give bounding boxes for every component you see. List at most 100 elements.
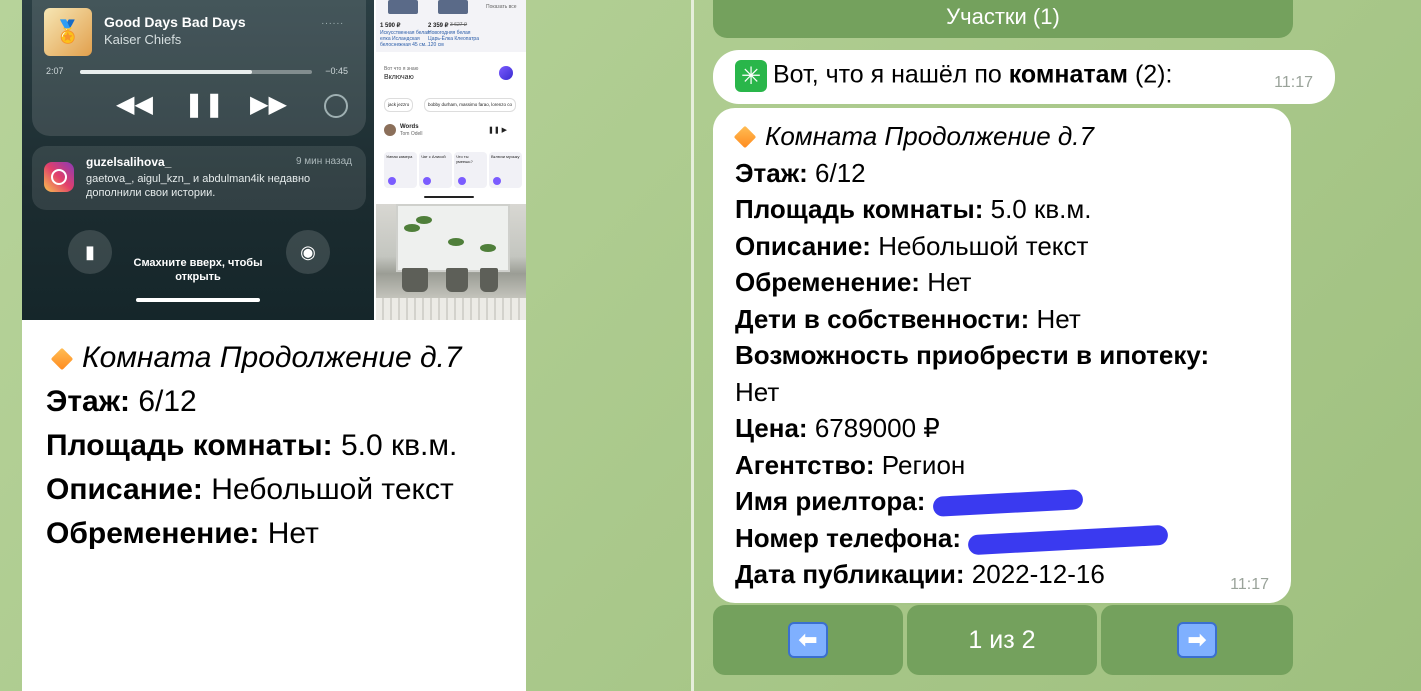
keyboard-button-plots[interactable]: Участки (1) (713, 0, 1293, 38)
field-label: Имя риелтора: (735, 486, 926, 516)
camera-icon: ◉ (286, 230, 330, 274)
more-dots-icon: ...... (321, 16, 344, 27)
listing-message: Комната Продолжение д.7 Этаж: 6/12 Площа… (713, 108, 1291, 603)
field-label: Площадь комнаты: (46, 429, 333, 462)
redacted-phone-link[interactable] (967, 524, 1169, 555)
field-value: 2022-12-16 (971, 559, 1105, 589)
field-label: Описание: (735, 230, 871, 261)
field-label: Возможность приобрести в ипотеку: (735, 340, 1210, 370)
lockscreen-screenshot[interactable]: 🏅 Good Days Bad Days Kaiser Chiefs .....… (22, 0, 374, 320)
field-value: Регион (881, 449, 966, 480)
plant-photo[interactable] (376, 204, 526, 320)
product-price: 1 590 ₽ (380, 23, 401, 29)
left-arrow-icon: ⬅ (788, 622, 828, 658)
home-indicator (424, 196, 474, 198)
product-image (388, 0, 418, 14)
result-keyword: комнатам (1008, 60, 1128, 89)
listing-title: Комната Продолжение д.7 (765, 121, 1094, 151)
field-value: 6/12 (815, 157, 866, 188)
alice-icon (499, 66, 513, 80)
field-label: Дата публикации: (735, 559, 965, 589)
show-all-link: Показать все (486, 4, 517, 10)
field-label: Обременение: (735, 267, 920, 297)
home-indicator (136, 298, 260, 302)
song-title: Good Days Bad Days (104, 14, 246, 30)
message-time: 11:17 (1230, 576, 1269, 593)
left-message-card: 🏅 Good Days Bad Days Kaiser Chiefs .....… (22, 0, 526, 691)
message-time: 11:17 (1274, 74, 1313, 91)
leaf (480, 244, 496, 252)
product-image (438, 0, 468, 14)
eight-spoked-asterisk-icon: ✳ (735, 60, 767, 92)
alice-prompt: Вот что я знаю (384, 66, 419, 72)
orange-diamond-icon (50, 347, 74, 371)
field-value: Небольшой текст (878, 230, 1089, 261)
elapsed-time: 2:07 (46, 66, 64, 76)
flashlight-icon: ▮ (68, 230, 112, 274)
store-products: 1 590 ₽ 2 359 ₽ 3 627 ₽ Искусственная бе… (376, 0, 526, 52)
right-arrow-icon: ➡ (1177, 622, 1217, 658)
notification-text: gaetova_, aigul_kzn_ и abdulman4ik недав… (86, 173, 311, 199)
notification-time: 9 мин назад (295, 156, 352, 167)
alice-tile: Умная камера (384, 152, 417, 188)
flower-pot (446, 268, 468, 292)
fast-forward-icon: ▶▶ (250, 91, 287, 118)
result-count: (2): (1134, 60, 1173, 89)
player-title: Words (400, 124, 419, 130)
result-prefix: Вот, что я нашёл по (773, 60, 1002, 89)
leaf (448, 238, 464, 246)
field-label: Этаж: (46, 385, 130, 418)
rewind-icon: ◀◀ (116, 91, 153, 118)
product-price: 2 359 ₽ (428, 23, 449, 29)
airplay-icon (324, 94, 348, 118)
result-message: ✳ Вот, что я нашёл по комнатам (2): 11:17 (713, 50, 1335, 104)
redacted-realtor-name (932, 489, 1084, 518)
field-label: Этаж: (735, 157, 808, 188)
keyboard-button-label: Участки (1) (946, 4, 1060, 29)
field-label: Номер телефона: (735, 522, 962, 553)
field-value: 6789000 ₽ (814, 413, 940, 443)
field-label: Агентство: (735, 449, 875, 480)
pause-icon: ❚❚ (184, 91, 225, 118)
leaf (404, 224, 420, 232)
music-player-widget: 🏅 Good Days Bad Days Kaiser Chiefs .....… (32, 0, 366, 136)
product-desc: Искусственная белая елка Исландская бело… (380, 30, 430, 48)
next-page-button[interactable]: ➡ (1101, 605, 1293, 675)
instagram-notification: guzelsalihova_ 9 мин назад gaetova_, aig… (32, 146, 366, 210)
listing-text-left: Комната Продолжение д.7 Этаж: 6/12 Площа… (46, 336, 506, 556)
alice-tile: Включи музыку (489, 152, 522, 188)
pause-next-icon: ❚❚ ▶ (488, 127, 508, 134)
field-value: Нет (267, 517, 319, 550)
prev-page-button[interactable]: ⬅ (713, 605, 903, 675)
store-screenshot[interactable]: 1 590 ₽ 2 359 ₽ 3 627 ₽ Искусственная бе… (376, 0, 526, 200)
swipe-hint: Смахните вверх, чтобы открыть (133, 257, 263, 283)
notification-user: guzelsalihova_ (86, 155, 172, 169)
product-desc: Новогодняя белая Царь-Ёлка Клеопатра 120… (428, 30, 479, 48)
field-value: Небольшой текст (211, 473, 454, 506)
field-label: Обременение: (46, 517, 260, 550)
field-label: Дети в собственности: (735, 303, 1030, 334)
field-label: Описание: (46, 473, 203, 506)
alice-status: Включаю (384, 74, 414, 81)
song-artist: Kaiser Chiefs (104, 32, 182, 47)
instagram-icon (44, 162, 74, 192)
player-subtitle: Tom Odell (400, 131, 423, 137)
field-value: 5.0 кв.м. (340, 429, 458, 462)
flower-pot (480, 268, 498, 292)
page-indicator-label: 1 из 2 (968, 625, 1036, 654)
field-label: Цена: (735, 413, 808, 443)
playback-progress-fill (80, 70, 252, 74)
listing-title: Комната Продолжение д.7 (82, 341, 462, 374)
artist-avatar (384, 124, 396, 136)
alice-tile: Что ты умеешь? (454, 152, 487, 188)
chip: bobby durham, massimo farao, lorenzo co (424, 98, 517, 112)
alice-tile: Чат с Алисой (419, 152, 452, 188)
field-value: 5.0 кв.м. (990, 194, 1092, 224)
chip: jack jezzro (384, 98, 414, 112)
radiator (376, 298, 526, 320)
orange-diamond-icon (733, 125, 757, 149)
page-indicator-button[interactable]: 1 из 2 (907, 605, 1097, 675)
remaining-time: −0:45 (325, 66, 348, 76)
field-value: Нет (1036, 303, 1081, 334)
field-value: Нет (735, 376, 780, 407)
